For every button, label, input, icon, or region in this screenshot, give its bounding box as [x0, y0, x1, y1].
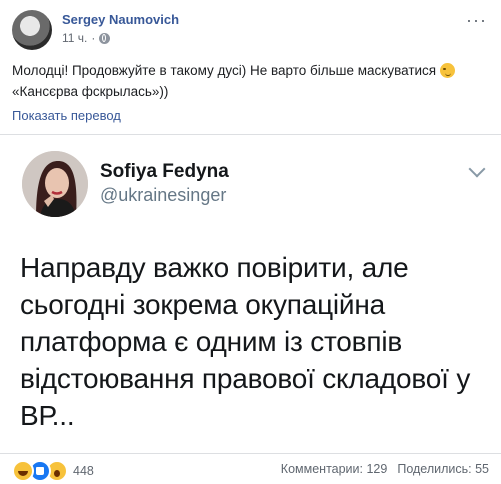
- post-footer: 448 Комментарии: 129 Поделились: 55: [0, 454, 501, 484]
- post-header: Sergey Naumovich 11 ч. · ···: [12, 10, 489, 50]
- post-text-end: «Кансєрва фскрылась»)): [12, 84, 169, 99]
- avatar[interactable]: [12, 10, 52, 50]
- avatar-portrait-icon: [22, 151, 88, 217]
- embedded-tweet[interactable]: Sofiya Fedyna @ukrainesinger Направду ва…: [0, 134, 501, 454]
- see-translation-link[interactable]: Показать перевод: [12, 108, 121, 123]
- post-text: Молодці! Продовжуйте в такому дусі) Не в…: [12, 60, 489, 102]
- tweet-author-name[interactable]: Sofiya Fedyna: [100, 161, 229, 183]
- shares-count[interactable]: Поделились: 55: [397, 462, 489, 476]
- footer-stats: Комментарии: 129 Поделились: 55: [281, 462, 489, 476]
- haha-reaction-icon: [12, 460, 34, 482]
- post-time[interactable]: 11 ч.: [62, 31, 87, 45]
- chevron-down-icon[interactable]: [468, 160, 486, 178]
- tweet-author-handle[interactable]: @ukrainesinger: [100, 185, 226, 206]
- comments-count[interactable]: Комментарии: 129: [281, 462, 388, 476]
- meta-separator: ·: [91, 31, 96, 45]
- tweet-text: Направду важко повірити, але сьогодні зо…: [20, 252, 471, 431]
- reactions-summary[interactable]: 448: [12, 460, 94, 482]
- tweet-avatar[interactable]: [22, 151, 88, 217]
- author-name[interactable]: Sergey Naumovich: [62, 12, 179, 27]
- more-options-icon[interactable]: ···: [466, 10, 487, 31]
- smirk-emoji-icon: [439, 63, 455, 78]
- post-meta: 11 ч. ·: [62, 31, 111, 45]
- post-text-main: Молодці! Продовжуйте в такому дусі) Не в…: [12, 63, 440, 78]
- globe-icon[interactable]: [99, 32, 111, 44]
- reaction-count[interactable]: 448: [73, 464, 94, 478]
